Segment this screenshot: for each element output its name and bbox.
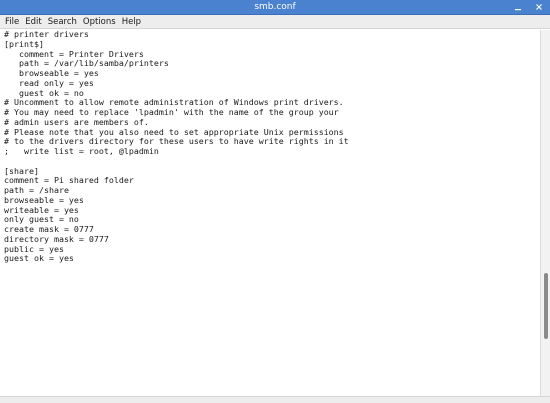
window-title: smb.conf [254,2,296,12]
window-bottom-edge [0,396,550,403]
menu-options[interactable]: Options [83,16,116,28]
editor-line: comment = Pi shared folder [4,175,134,186]
editor-line: # printer drivers [4,30,89,39]
menu-search[interactable]: Search [48,16,77,28]
editor-line: browseable = yes [4,194,84,205]
editor-line: directory mask = 0777 [4,233,109,244]
editor-line: writeable = yes [4,204,79,215]
scrollbar-thumb[interactable] [544,273,548,339]
vertical-scrollbar[interactable] [540,30,550,396]
minimize-button[interactable] [512,1,524,13]
close-button[interactable] [533,1,545,13]
editor-line: ; write list = root, @lpadmin [4,146,159,156]
menu-edit[interactable]: Edit [25,16,41,28]
menu-bar: File Edit Search Options Help [0,15,550,29]
text-editor[interactable]: # printer drivers [print$] comment = Pri… [1,30,540,396]
title-bar: smb.conf [0,0,550,15]
editor-line: public = yes [4,243,64,254]
close-icon [536,4,542,10]
minimize-icon [515,9,521,11]
editor-line: guest ok = yes [4,253,74,264]
menu-file[interactable]: File [5,16,19,28]
menu-help[interactable]: Help [122,16,141,28]
